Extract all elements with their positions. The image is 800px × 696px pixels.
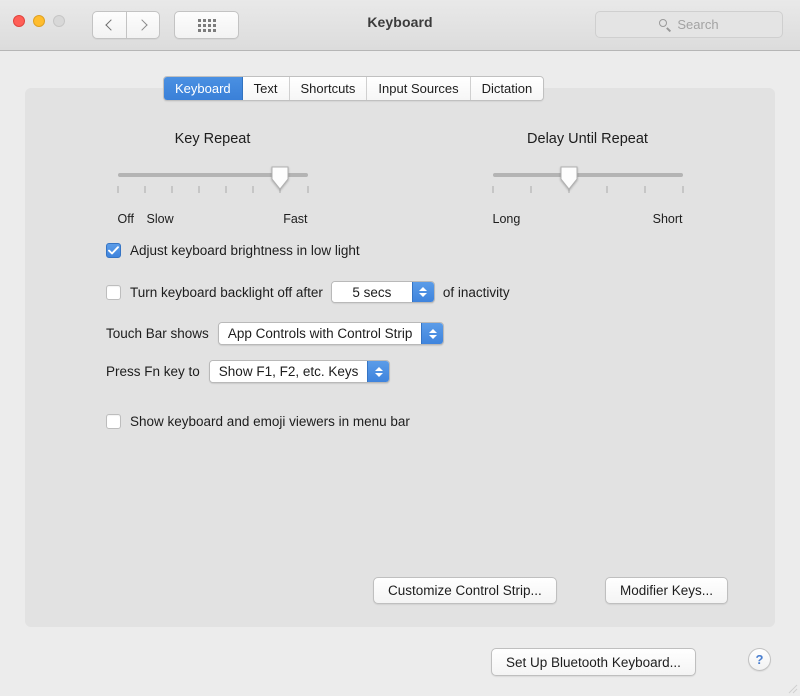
checkmark-icon (108, 246, 119, 255)
popup-fn-key-arrows[interactable] (367, 361, 390, 382)
popup-touch-bar-value: App Controls with Control Strip (218, 323, 422, 344)
caret-up-icon[interactable] (419, 287, 428, 291)
delay-until-repeat-ticks (492, 186, 683, 193)
tab-shortcuts[interactable]: Shortcuts (289, 77, 368, 100)
delay-until-repeat-slider[interactable] (492, 166, 683, 210)
stepper-backlight-timeout[interactable]: 5 secs (330, 281, 435, 303)
key-repeat-label-off: Off (117, 212, 134, 226)
tab-text[interactable]: Text (242, 77, 290, 100)
caret-up-icon (428, 328, 437, 333)
tab-dictation[interactable]: Dictation (470, 77, 544, 100)
label-adjust-brightness: Adjust keyboard brightness in low light (130, 243, 360, 258)
tab-keyboard[interactable]: Keyboard (164, 77, 243, 100)
label-of-inactivity: of inactivity (442, 284, 510, 300)
search-field[interactable]: Search (595, 11, 783, 38)
checkbox-backlight-timeout[interactable] (106, 284, 121, 300)
help-button[interactable]: ? (748, 648, 771, 671)
customize-control-strip-button[interactable]: Customize Control Strip... (373, 577, 557, 604)
resize-grip-icon[interactable] (785, 681, 798, 694)
window-titlebar: Keyboard Search (0, 0, 800, 51)
key-repeat-thumb[interactable] (271, 166, 289, 190)
popup-press-fn-key[interactable]: Show F1, F2, etc. Keys (208, 360, 391, 383)
row-press-fn-key: Press Fn key to Show F1, F2, etc. Keys (106, 360, 391, 383)
popup-fn-key-value: Show F1, F2, etc. Keys (209, 361, 368, 382)
row-adjust-brightness[interactable]: Adjust keyboard brightness in low light (106, 243, 360, 258)
stepper-backlight-value: 5 secs (331, 282, 412, 302)
slider-section: Key Repeat Off Slow Fast Delay Until Rep… (25, 131, 775, 230)
delay-label-long: Long (492, 212, 521, 226)
caret-down-icon (374, 372, 383, 377)
search-icon (659, 18, 671, 31)
keyboard-settings-panel: Key Repeat Off Slow Fast Delay Until Rep… (25, 88, 775, 627)
delay-until-repeat-thumb[interactable] (560, 166, 578, 190)
checkbox-adjust-brightness[interactable] (106, 243, 121, 258)
modifier-keys-button[interactable]: Modifier Keys... (605, 577, 729, 604)
popup-touch-bar-shows[interactable]: App Controls with Control Strip (217, 322, 445, 345)
key-repeat-title: Key Repeat (174, 131, 251, 147)
set-up-bluetooth-keyboard-button[interactable]: Set Up Bluetooth Keyboard... (491, 648, 696, 676)
stepper-arrows[interactable] (411, 282, 434, 302)
preference-tab-bar: Keyboard Text Shortcuts Input Sources Di… (163, 76, 545, 101)
row-touch-bar-shows: Touch Bar shows App Controls with Contro… (106, 322, 445, 345)
key-repeat-label-fast: Fast (283, 212, 308, 226)
delay-until-repeat-labels: Long Short (493, 212, 683, 230)
label-backlight-timeout: Turn keyboard backlight off after (130, 284, 323, 300)
delay-until-repeat-title: Delay Until Repeat (527, 131, 648, 147)
label-touch-bar-shows: Touch Bar shows (106, 326, 209, 341)
caret-down-icon (428, 334, 437, 339)
caret-down-icon[interactable] (419, 293, 428, 297)
row-backlight-timeout[interactable]: Turn keyboard backlight off after 5 secs… (106, 281, 510, 303)
delay-label-short: Short (652, 212, 683, 226)
key-repeat-slider[interactable] (117, 166, 308, 210)
delay-until-repeat-track (492, 173, 683, 177)
key-repeat-labels: Off Slow Fast (118, 212, 308, 230)
key-repeat-slider-block: Key Repeat Off Slow Fast (25, 131, 400, 230)
search-placeholder: Search (677, 17, 719, 32)
popup-touch-bar-arrows[interactable] (421, 323, 444, 344)
row-show-emoji-viewers[interactable]: Show keyboard and emoji viewers in menu … (106, 414, 410, 429)
delay-until-repeat-slider-block: Delay Until Repeat Long Short (400, 131, 775, 230)
tab-input-sources[interactable]: Input Sources (367, 77, 471, 100)
caret-up-icon (374, 366, 383, 371)
checkbox-show-emoji-viewers[interactable] (106, 414, 121, 429)
label-show-emoji-viewers: Show keyboard and emoji viewers in menu … (130, 414, 410, 429)
label-press-fn-key: Press Fn key to (106, 364, 200, 379)
key-repeat-label-slow: Slow (146, 212, 174, 226)
